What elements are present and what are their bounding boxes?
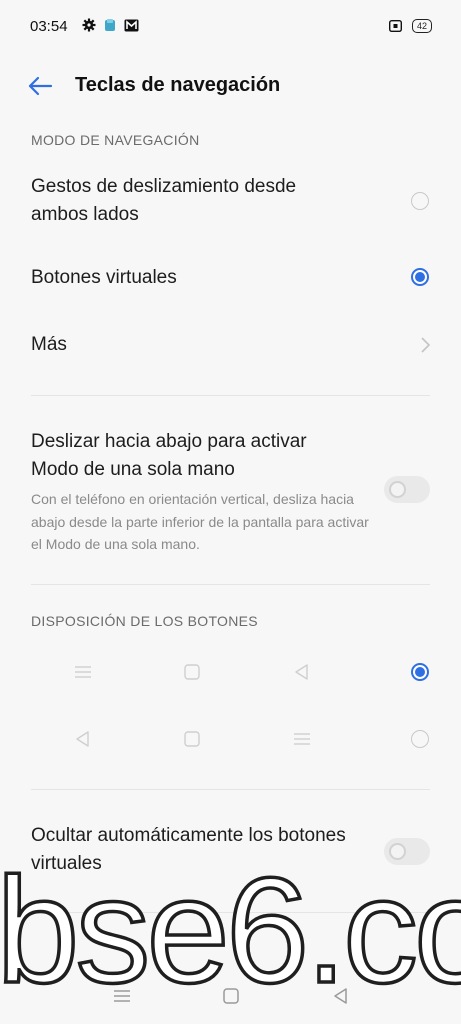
battery-level: 42 [411,19,432,33]
one-hand-toggle[interactable] [384,476,430,503]
home-square-icon[interactable] [221,986,241,1006]
section-button-layout: DISPOSICIÓN DE LOS BOTONES [31,613,258,629]
nfc-icon [388,20,402,32]
menu-icon[interactable] [112,986,132,1006]
app-bar: Teclas de navegación [0,62,461,110]
app-icon [105,19,115,31]
back-triangle-icon[interactable] [331,986,351,1006]
more-label: Más [31,334,67,355]
menu-icon [294,733,310,745]
gear-icon [82,18,96,32]
status-time: 03:54 [30,18,68,35]
page-title: Teclas de navegación [75,74,281,96]
system-nav-bar [0,980,461,1024]
section-nav-mode: MODO DE NAVEGACIÓN [31,132,200,148]
option-gestures-label: Gestos de deslizamiento desde ambos lado… [31,176,297,225]
menu-icon [75,666,91,678]
chevron-right-icon [421,337,431,353]
radio-virtual-buttons[interactable] [411,268,429,286]
square-icon [184,731,200,747]
radio-gestures[interactable] [411,192,429,210]
status-bar: 03:54 42 [0,0,461,56]
radio-layout-2[interactable] [411,730,429,748]
back-triangle-icon [295,664,308,680]
back-triangle-icon [76,731,89,747]
divider [31,789,430,790]
divider [31,584,430,585]
square-icon [184,664,200,680]
divider [31,395,430,396]
radio-layout-1[interactable] [411,663,429,681]
mail-icon [124,19,139,31]
arrow-left-icon[interactable] [26,74,54,98]
one-hand-description: Con el teléfono en orientación vertical,… [31,491,369,552]
one-hand-title: Deslizar hacia abajo para activar Modo d… [31,431,307,480]
option-virtual-buttons-label: Botones virtuales [31,267,177,288]
